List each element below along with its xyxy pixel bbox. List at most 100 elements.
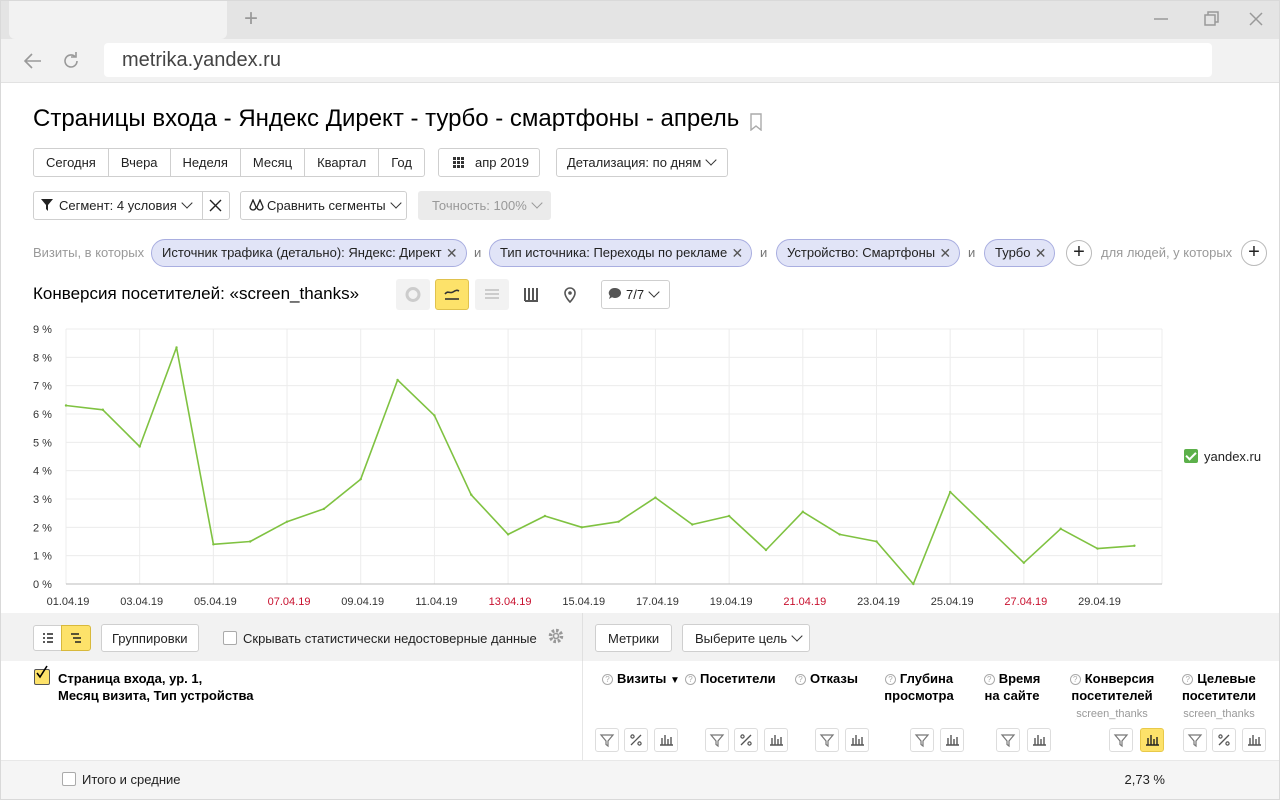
- period-today-button[interactable]: Сегодня: [34, 149, 109, 176]
- period-year-button[interactable]: Год: [379, 149, 424, 176]
- series-line: [65, 346, 1135, 585]
- metrics-button[interactable]: Метрики: [595, 624, 673, 652]
- filter-button[interactable]: [815, 728, 839, 752]
- x-tick-label: 09.04.19: [341, 596, 384, 608]
- close-icon[interactable]: ✕: [939, 240, 951, 266]
- column-label: Конверсия: [1084, 671, 1155, 686]
- percent-button[interactable]: [624, 728, 648, 752]
- column-conversion[interactable]: ? Конверсия посетителей screen_thanks: [1064, 670, 1160, 723]
- accuracy-select[interactable]: Точность: 100%: [418, 191, 551, 220]
- new-tab-button[interactable]: +: [239, 7, 263, 31]
- totals-checkbox[interactable]: [62, 772, 76, 786]
- filter-button[interactable]: [996, 728, 1020, 752]
- help-icon[interactable]: ?: [983, 674, 995, 685]
- help-icon[interactable]: ?: [602, 674, 613, 685]
- column-time-on-site[interactable]: ? Время на сайте: [976, 670, 1048, 704]
- legend-checkbox[interactable]: [1184, 449, 1198, 463]
- filter-button[interactable]: [910, 728, 934, 752]
- column-visits[interactable]: ? Визиты ▼: [602, 670, 680, 689]
- bar-chart-button[interactable]: [1140, 728, 1164, 752]
- x-tick-label: 03.04.19: [120, 596, 163, 608]
- column-label: Глубина: [899, 671, 954, 686]
- bar-chart-button[interactable]: [1027, 728, 1051, 752]
- filter-chip-traffic-source[interactable]: Источник трафика (детально): Яндекс: Дир…: [151, 239, 467, 267]
- column-visitors[interactable]: ? Посетители: [685, 670, 776, 687]
- date-picker-button[interactable]: апр 2019: [438, 148, 541, 177]
- conversion-line-chart[interactable]: 0 % 1 % 2 % 3 % 4 % 5 % 6 % 7 % 8 % 9 % 01.04.19 03…: [1, 317, 1280, 613]
- percent-icon: [740, 734, 752, 746]
- groupings-button[interactable]: Группировки: [101, 624, 199, 652]
- percent-button[interactable]: [734, 728, 758, 752]
- period-yesterday-button[interactable]: Вчера: [109, 149, 171, 176]
- percent-button[interactable]: [1212, 728, 1236, 752]
- totals-label-wrap[interactable]: Итого и средние: [62, 772, 180, 787]
- data-point: [285, 520, 289, 523]
- period-month-button[interactable]: Месяц: [241, 149, 306, 176]
- conditions-prefix: Визиты, в которых: [33, 245, 145, 260]
- url-field[interactable]: metrika.yandex.ru: [104, 43, 1212, 77]
- goal-select[interactable]: Выберите цель: [682, 624, 811, 652]
- reload-icon[interactable]: [59, 49, 83, 73]
- column-label-line2: на сайте: [984, 688, 1040, 703]
- period-quarter-button[interactable]: Квартал: [305, 149, 380, 176]
- data-point: [617, 520, 620, 523]
- clear-segment-icon[interactable]: [209, 199, 222, 212]
- close-icon[interactable]: ✕: [446, 240, 458, 266]
- divider: [202, 192, 203, 219]
- pie-chart-button[interactable]: [396, 279, 430, 310]
- bar-chart-button[interactable]: [1242, 728, 1266, 752]
- restore-icon[interactable]: [1201, 9, 1221, 29]
- detail-select[interactable]: Детализация: по дням: [556, 148, 729, 177]
- compare-segments-button[interactable]: Сравнить сегменты: [240, 191, 407, 220]
- gear-icon[interactable]: [547, 627, 565, 645]
- column-depth[interactable]: ? Глубина просмотра: [876, 670, 962, 704]
- filter-button[interactable]: [1109, 728, 1133, 752]
- help-icon[interactable]: ?: [884, 674, 896, 685]
- filter-chip-source-type[interactable]: Тип источника: Переходы по рекламе ✕: [489, 239, 753, 267]
- dimension-checkbox[interactable]: [34, 665, 50, 685]
- filter-chip-device[interactable]: Устройство: Смартфоны ✕: [776, 239, 961, 267]
- bar-chart-button[interactable]: [514, 279, 548, 310]
- browser-tab[interactable]: [9, 1, 227, 39]
- line-chart-button[interactable]: [435, 279, 469, 310]
- hide-unreliable-checkbox[interactable]: [223, 631, 237, 645]
- filter-button[interactable]: [595, 728, 619, 752]
- minimize-icon[interactable]: [1151, 9, 1171, 29]
- tree-view-button[interactable]: [61, 625, 91, 651]
- dimensions-header[interactable]: Страница входа, ур. 1, Месяц визита, Тип…: [58, 670, 254, 704]
- help-icon[interactable]: ?: [1069, 674, 1081, 685]
- bar-chart-button[interactable]: [845, 728, 869, 752]
- segment-button[interactable]: Сегмент: 4 условия: [33, 191, 230, 220]
- annotations-button[interactable]: 7/7: [601, 280, 670, 309]
- filter-chip-turbo[interactable]: Турбо ✕: [984, 239, 1056, 267]
- bar-chart-icon: [770, 735, 783, 746]
- help-icon[interactable]: ?: [685, 674, 696, 685]
- add-condition-button[interactable]: +: [1066, 240, 1092, 266]
- hide-unreliable-toggle[interactable]: Скрывать статистически недостоверные дан…: [223, 631, 537, 646]
- help-icon[interactable]: ?: [1182, 674, 1194, 685]
- close-icon[interactable]: ✕: [731, 240, 743, 266]
- close-icon[interactable]: ✕: [1035, 240, 1047, 266]
- bar-chart-button[interactable]: [764, 728, 788, 752]
- chip-label: Тип источника: Переходы по рекламе: [500, 245, 728, 260]
- bookmark-icon[interactable]: [749, 113, 763, 131]
- period-week-button[interactable]: Неделя: [171, 149, 241, 176]
- column-target-visitors[interactable]: ? Целевые посетители screen_thanks: [1176, 670, 1262, 723]
- bar-chart-button[interactable]: [654, 728, 678, 752]
- help-icon[interactable]: ?: [795, 674, 806, 685]
- area-chart-button[interactable]: [475, 279, 509, 310]
- map-button[interactable]: [553, 279, 587, 310]
- column-bounces[interactable]: ? Отказы: [795, 670, 858, 687]
- comment-icon: [608, 287, 622, 299]
- add-user-condition-button[interactable]: +: [1241, 240, 1267, 266]
- close-window-icon[interactable]: [1246, 9, 1266, 29]
- back-icon[interactable]: [21, 49, 45, 73]
- chart-legend-item[interactable]: yandex.ru: [1184, 449, 1261, 464]
- x-tick-label: 29.04.19: [1078, 596, 1121, 608]
- filter-button[interactable]: [705, 728, 729, 752]
- bar-chart-button[interactable]: [940, 728, 964, 752]
- accuracy-label: Точность: 100%: [432, 198, 527, 213]
- x-tick-label: 13.04.19: [489, 596, 532, 608]
- list-view-button[interactable]: [33, 625, 62, 651]
- filter-button[interactable]: [1183, 728, 1207, 752]
